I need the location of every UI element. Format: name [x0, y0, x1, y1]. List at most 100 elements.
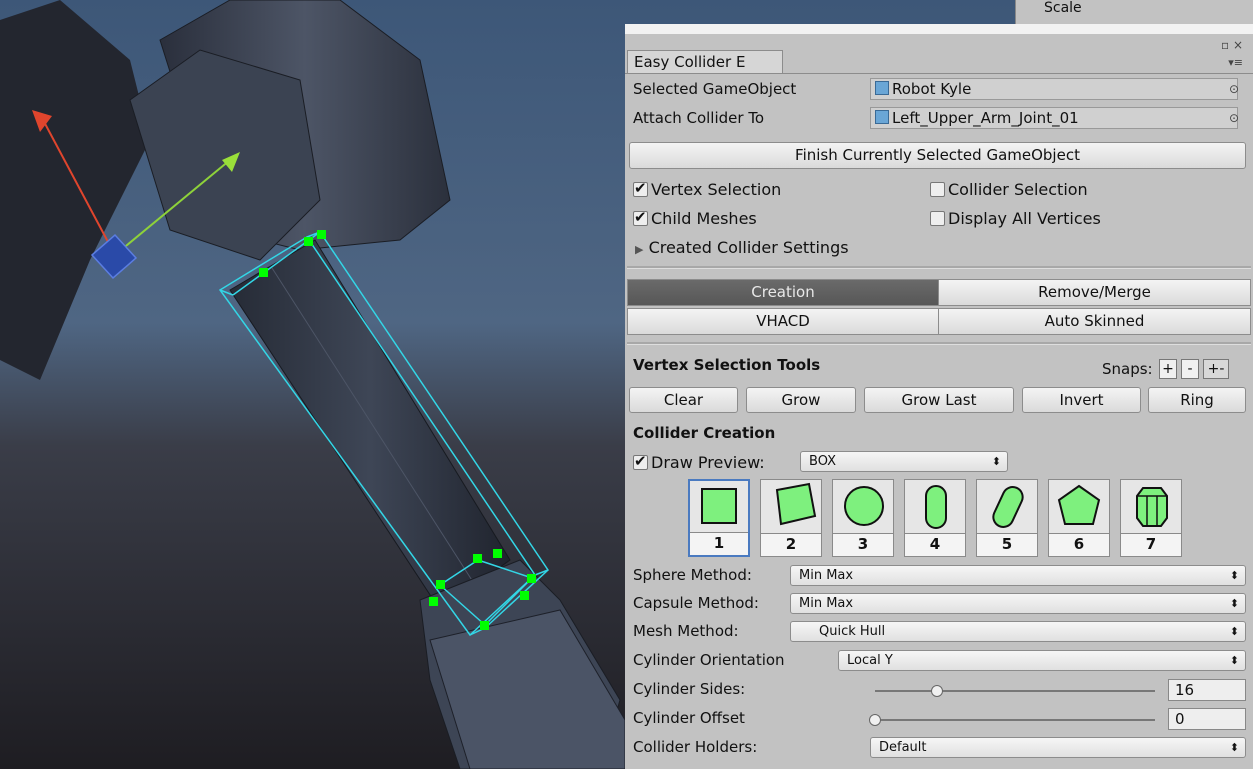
attach-collider-field[interactable]: Left_Upper_Arm_Joint_01: [870, 107, 1238, 129]
child-meshes-toggle[interactable]: Child Meshes: [633, 208, 757, 228]
snap-toggle-button[interactable]: +-: [1203, 359, 1229, 379]
draw-preview-toggle[interactable]: Draw Preview:: [633, 452, 765, 472]
ring-button[interactable]: Ring: [1148, 387, 1246, 413]
object-picker-icon[interactable]: ⊙: [1229, 82, 1239, 96]
capsule-method-label: Capsule Method:: [633, 594, 759, 612]
cylinder-offset-input[interactable]: 0: [1168, 708, 1246, 730]
menu-icon[interactable]: ▾≡: [1228, 56, 1243, 69]
display-all-vertices-label: Display All Vertices: [948, 209, 1101, 228]
inspector-scale-strip: Scale: [1015, 0, 1253, 25]
collider-selection-label: Collider Selection: [948, 180, 1088, 199]
attach-collider-value: Left_Upper_Arm_Joint_01: [892, 109, 1079, 127]
collider-holders-label: Collider Holders:: [633, 738, 758, 756]
child-meshes-label: Child Meshes: [651, 209, 757, 228]
selected-gameobject-label: Selected GameObject: [633, 80, 797, 98]
window-controls: ▫ ×: [1221, 38, 1243, 52]
sphere-method-value: Min Max: [799, 568, 854, 583]
display-all-vertices-toggle[interactable]: Display All Vertices: [930, 209, 1101, 228]
snap-remove-button[interactable]: -: [1181, 359, 1199, 379]
vertex-selection-label: Vertex Selection: [651, 180, 782, 199]
object-picker-icon[interactable]: ⊙: [1229, 111, 1239, 125]
shape-number: 1: [690, 532, 748, 555]
cylinder-icon: [1136, 487, 1168, 527]
grow-last-button[interactable]: Grow Last: [864, 387, 1014, 413]
selected-gameobject-field[interactable]: Robot Kyle: [870, 78, 1238, 100]
checkbox-icon: [930, 182, 945, 197]
dropdown-arrow-icon: ⬍: [1229, 597, 1239, 610]
invert-button[interactable]: Invert: [1022, 387, 1141, 413]
shape-number: 5: [977, 533, 1037, 556]
created-collider-settings-label: Created Collider Settings: [648, 238, 849, 257]
box-collider-button[interactable]: 1: [688, 479, 750, 557]
scale-label: Scale: [1044, 0, 1082, 16]
grow-button[interactable]: Grow: [746, 387, 856, 413]
dropdown-arrow-icon: ⬍: [991, 455, 1001, 468]
gameobject-icon: [875, 110, 889, 124]
sphere-method-dropdown[interactable]: Min Max ⬍: [790, 565, 1246, 586]
snaps-label: Snaps:: [1102, 360, 1153, 378]
dropdown-arrow-icon: ⬍: [1229, 625, 1239, 638]
collider-holders-dropdown[interactable]: Default ⬍: [870, 737, 1246, 758]
draw-preview-label: Draw Preview:: [651, 453, 765, 472]
draw-preview-dropdown[interactable]: BOX ⬍: [800, 451, 1008, 472]
selected-gameobject-value: Robot Kyle: [892, 80, 972, 98]
checkbox-icon: [633, 179, 648, 197]
sphere-collider-button[interactable]: 3: [832, 479, 894, 557]
foldout-arrow-icon: ▶: [635, 243, 644, 256]
cylinder-sides-label: Cylinder Sides:: [633, 680, 746, 698]
draw-preview-value: BOX: [809, 454, 836, 469]
mesh-method-dropdown[interactable]: Quick Hull ⬍: [790, 621, 1246, 642]
cylinder-offset-label: Cylinder Offset: [633, 709, 745, 727]
shape-number: 4: [905, 533, 965, 556]
convex-mesh-icon: [1057, 484, 1101, 525]
rotated-capsule-icon: [992, 486, 1024, 528]
sphere-method-label: Sphere Method:: [633, 566, 752, 584]
cylinder-sides-slider-knob[interactable]: [930, 685, 943, 697]
tab-auto-skinned[interactable]: Auto Skinned: [938, 308, 1251, 335]
cylinder-sides-input[interactable]: 16: [1168, 679, 1246, 701]
convex-mesh-collider-button[interactable]: 6: [1048, 479, 1110, 557]
divider: [627, 342, 1251, 345]
box-icon: [701, 488, 737, 524]
created-collider-settings-foldout[interactable]: ▶ Created Collider Settings: [635, 238, 849, 257]
tab-creation[interactable]: Creation: [627, 279, 939, 306]
maximize-icon[interactable]: ▫: [1221, 38, 1229, 52]
finish-gameobject-button[interactable]: Finish Currently Selected GameObject: [629, 142, 1246, 169]
tab-vhacd[interactable]: VHACD: [627, 308, 939, 335]
cylinder-orientation-label: Cylinder Orientation: [633, 651, 785, 669]
capsule-method-value: Min Max: [799, 596, 854, 611]
tab-remove-merge[interactable]: Remove/Merge: [938, 279, 1251, 306]
gameobject-icon: [875, 81, 889, 95]
cylinder-collider-button[interactable]: 7: [1120, 479, 1182, 557]
cylinder-sides-slider[interactable]: [875, 690, 1155, 692]
capsule-collider-button[interactable]: 4: [904, 479, 966, 557]
snap-add-button[interactable]: +: [1159, 359, 1177, 379]
shape-number: 7: [1121, 533, 1181, 556]
divider: [627, 266, 1251, 269]
checkbox-icon: [930, 211, 945, 226]
cylinder-orientation-dropdown[interactable]: Local Y ⬍: [838, 650, 1246, 671]
capsule-method-dropdown[interactable]: Min Max ⬍: [790, 593, 1246, 614]
rotated-capsule-collider-button[interactable]: 5: [976, 479, 1038, 557]
clear-button[interactable]: Clear: [629, 387, 738, 413]
collider-holders-value: Default: [879, 740, 927, 755]
dropdown-arrow-icon: ⬍: [1229, 569, 1239, 582]
vertex-selection-toggle[interactable]: Vertex Selection: [633, 179, 782, 199]
capsule-icon: [925, 485, 947, 529]
collider-creation-heading: Collider Creation: [633, 424, 776, 442]
collider-selection-toggle[interactable]: Collider Selection: [930, 180, 1088, 199]
panel-top-band: [625, 24, 1253, 34]
attach-collider-label: Attach Collider To: [633, 109, 765, 127]
tab-easy-collider[interactable]: Easy Collider E: [627, 50, 783, 73]
vertex-selection-tools-heading: Vertex Selection Tools: [633, 356, 821, 374]
cylinder-offset-slider-knob[interactable]: [869, 714, 881, 726]
cylinder-orientation-value: Local Y: [847, 653, 893, 668]
cylinder-offset-slider[interactable]: [875, 719, 1155, 721]
easy-collider-editor-window: ▫ × ▾≡ Easy Collider E Selected GameObje…: [625, 34, 1253, 769]
rotated-box-collider-button[interactable]: 2: [760, 479, 822, 557]
shape-number: 6: [1049, 533, 1109, 556]
shape-number: 2: [761, 533, 821, 556]
close-icon[interactable]: ×: [1233, 38, 1243, 52]
mesh-method-label: Mesh Method:: [633, 622, 739, 640]
sphere-icon: [844, 486, 884, 526]
